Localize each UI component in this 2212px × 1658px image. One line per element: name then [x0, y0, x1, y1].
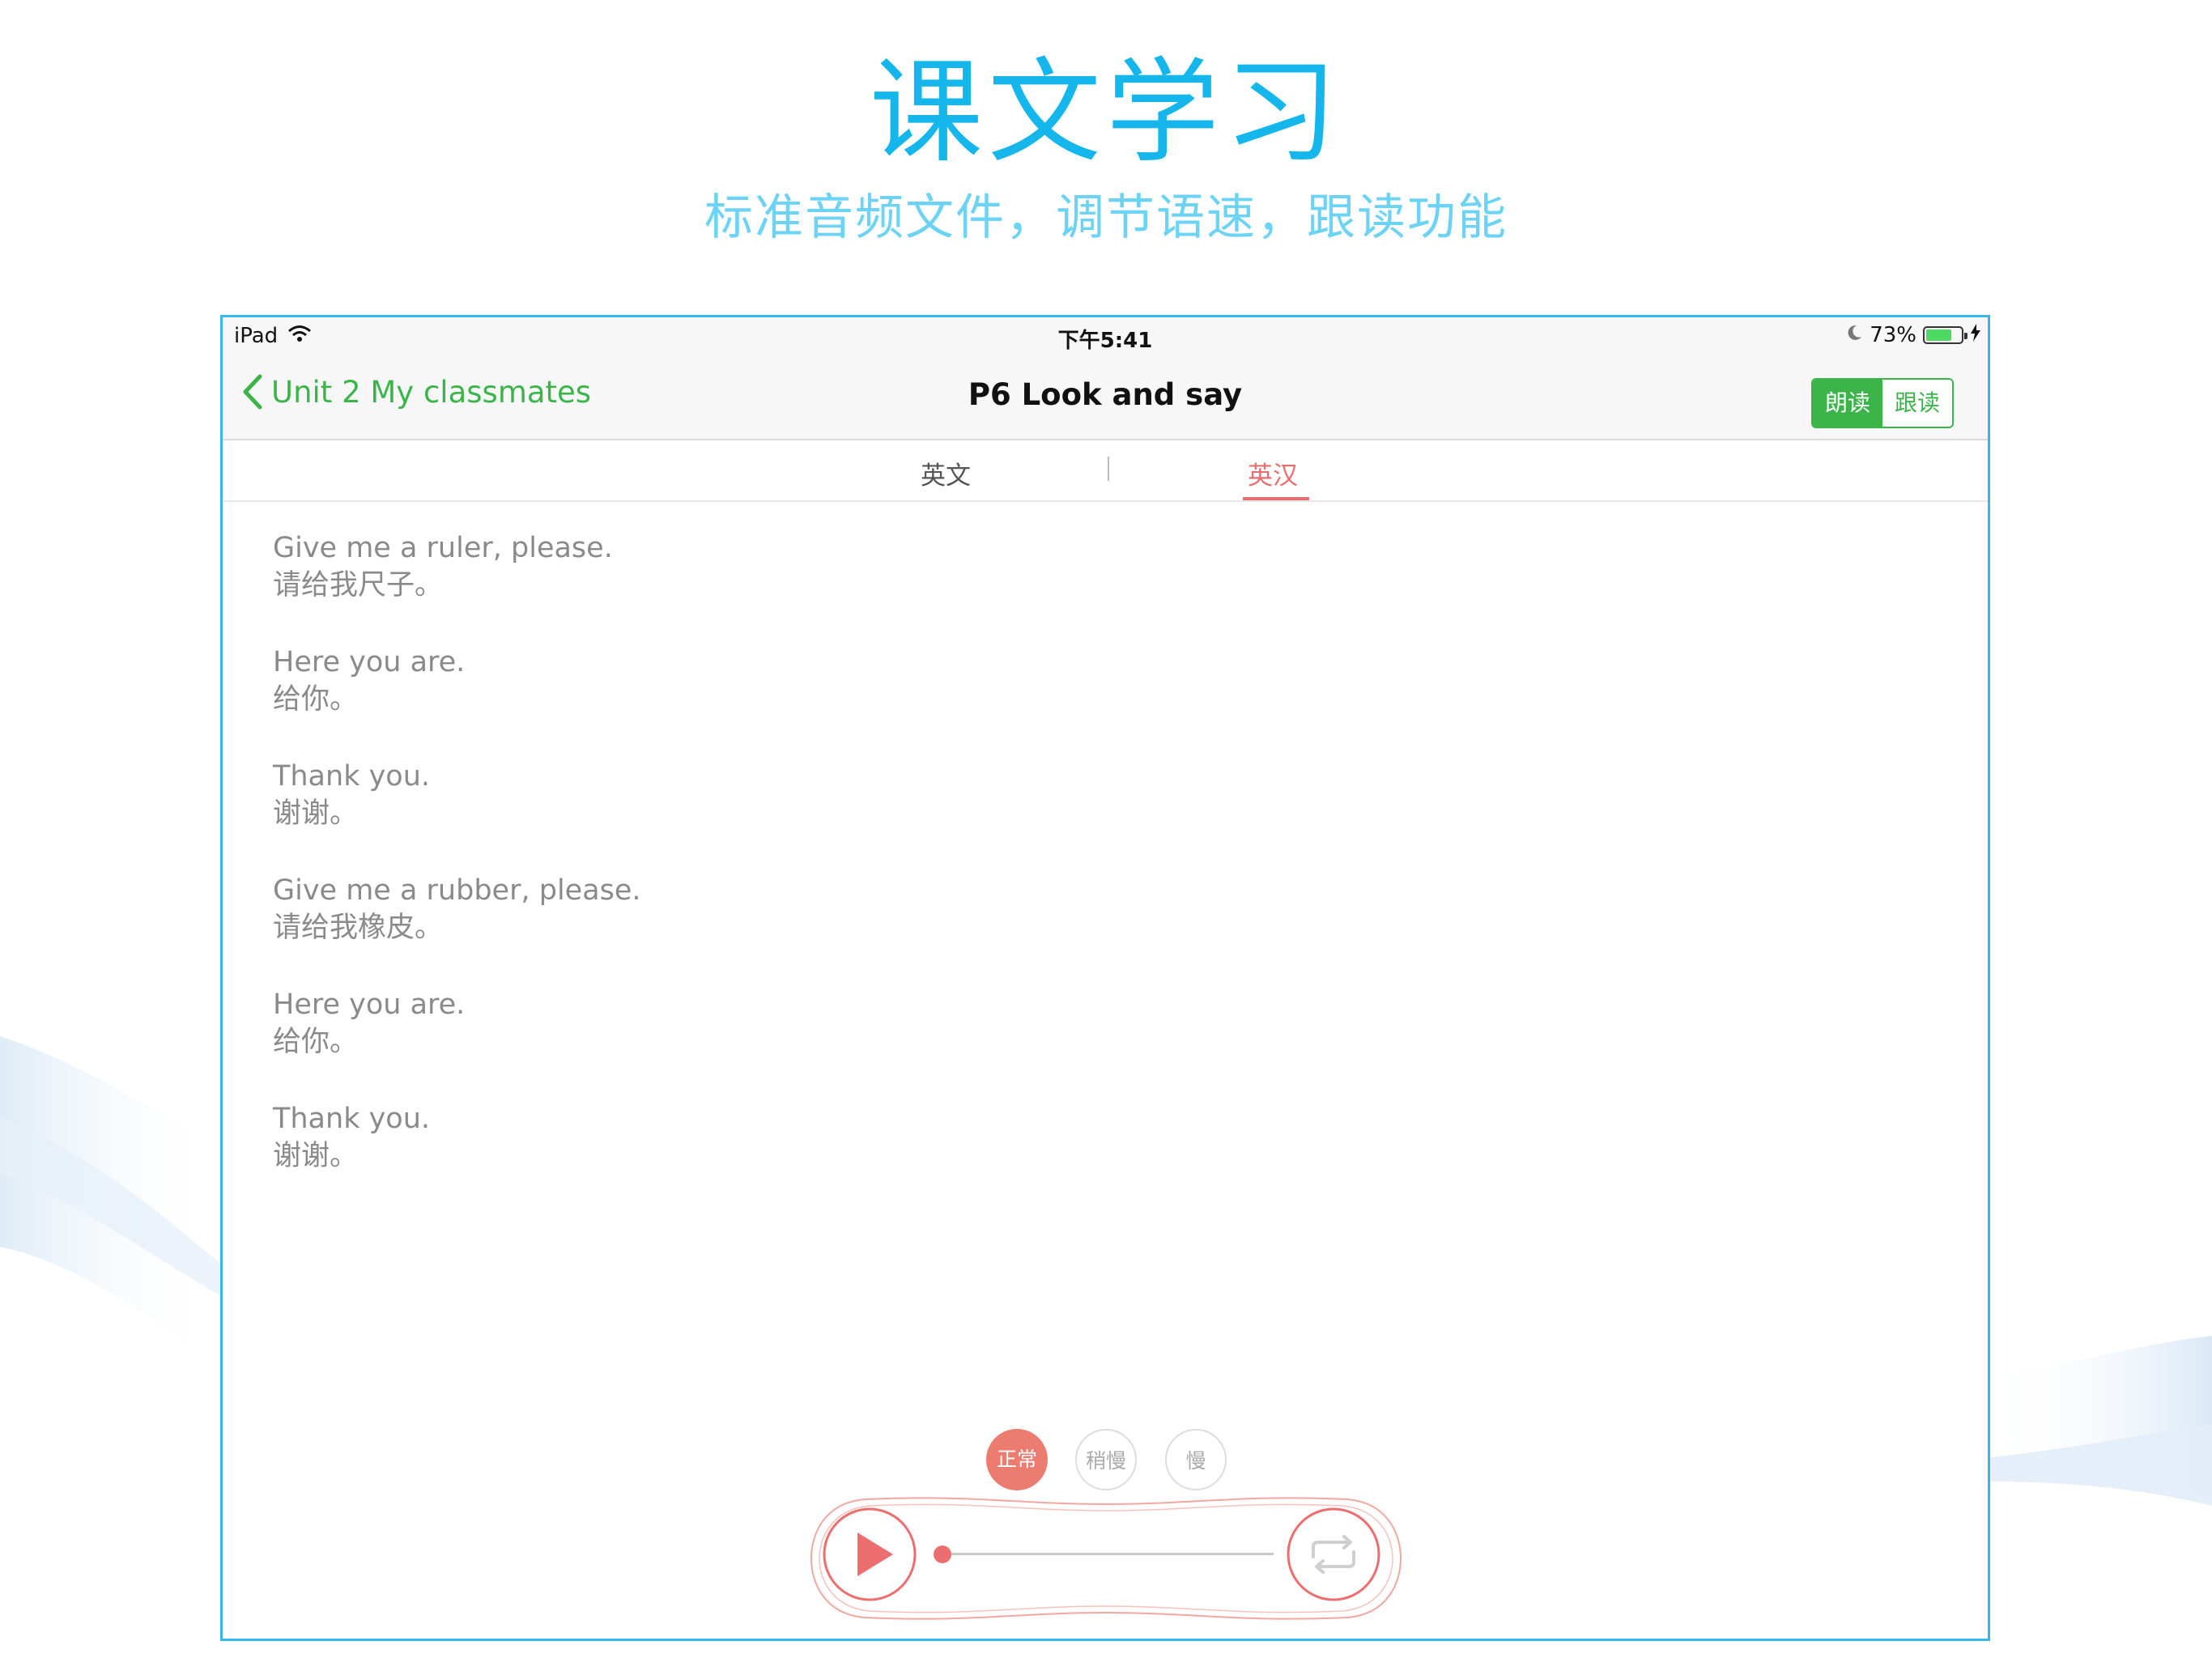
sentence-english: Thank you. [273, 1103, 431, 1135]
sentence-item[interactable]: Give me a ruler, please. 请给我尺子。 [273, 529, 1325, 604]
speed-slower-button[interactable]: 稍慢 [1075, 1429, 1137, 1490]
sentence-chinese: 请给我尺子。 [273, 569, 444, 602]
battery-percent: 73% [1870, 323, 1916, 347]
sentence-english: Here you are. [273, 988, 466, 1021]
play-icon [823, 1507, 917, 1601]
navigation-bar: Unit 2 My classmates P6 Look and say 朗读 … [223, 355, 1988, 440]
play-button[interactable] [822, 1507, 917, 1602]
sentence-item[interactable]: Thank you. 谢谢。 [273, 758, 1325, 832]
audio-player [808, 1493, 1404, 1624]
sentence-item[interactable]: Here you are. 给你。 [273, 644, 1325, 718]
repeat-button[interactable] [1286, 1507, 1381, 1602]
battery-icon [1923, 326, 1967, 344]
mode-read-button[interactable]: 朗读 [1813, 380, 1882, 427]
sentence-chinese: 谢谢。 [273, 797, 359, 830]
charging-icon [1970, 323, 1981, 347]
sentence-list: Give me a ruler, please. 请给我尺子。 Here you… [273, 529, 1325, 1214]
tab-english-chinese[interactable]: 英汉 [1248, 455, 1298, 491]
sentence-english: Here you are. [273, 646, 466, 678]
page-title: P6 Look and say [968, 377, 1243, 412]
speed-slow-button[interactable]: 慢 [1165, 1429, 1227, 1490]
promo-subtitle: 标准音频文件，调节语速，跟读功能 [704, 189, 1508, 246]
repeat-icon [1287, 1507, 1380, 1601]
progress-slider[interactable] [934, 1545, 1274, 1563]
sentence-english: Give me a rubber, please. [273, 874, 641, 907]
sentence-chinese: 给你。 [273, 1026, 359, 1058]
promo-title: 课文学习 [869, 47, 1342, 179]
sentence-english: Thank you. [273, 760, 431, 793]
speed-normal-button[interactable]: 正常 [986, 1429, 1048, 1490]
mode-follow-button[interactable]: 跟读 [1882, 380, 1952, 427]
sentence-item[interactable]: Here you are. 给你。 [273, 986, 1325, 1061]
sentence-english: Give me a ruler, please. [273, 532, 613, 564]
tab-english[interactable]: 英文 [921, 455, 971, 491]
language-tabs: 英文 英汉 [223, 440, 1988, 502]
progress-track [942, 1553, 1274, 1555]
sentence-chinese: 给你。 [273, 683, 359, 716]
sentence-item[interactable]: Thank you. 谢谢。 [273, 1100, 1325, 1175]
status-bar: iPad 下午5:41 73% [223, 317, 1988, 355]
sentence-chinese: 请给我橡皮。 [273, 912, 444, 944]
status-time: 下午5:41 [1057, 329, 1153, 353]
moon-icon [1845, 323, 1863, 347]
mode-segmented-control: 朗读 跟读 [1811, 378, 1954, 428]
device-screen: iPad 下午5:41 73% Unit 2 My classmates P6 … [220, 315, 1990, 1641]
tab-divider [1108, 457, 1109, 481]
sentence-item[interactable]: Give me a rubber, please. 请给我橡皮。 [273, 872, 1325, 946]
progress-knob[interactable] [934, 1545, 951, 1563]
battery-tip [1964, 333, 1967, 339]
active-tab-indicator [1243, 497, 1309, 500]
sentence-chinese: 谢谢。 [273, 1140, 359, 1172]
battery-level [1926, 329, 1951, 341]
